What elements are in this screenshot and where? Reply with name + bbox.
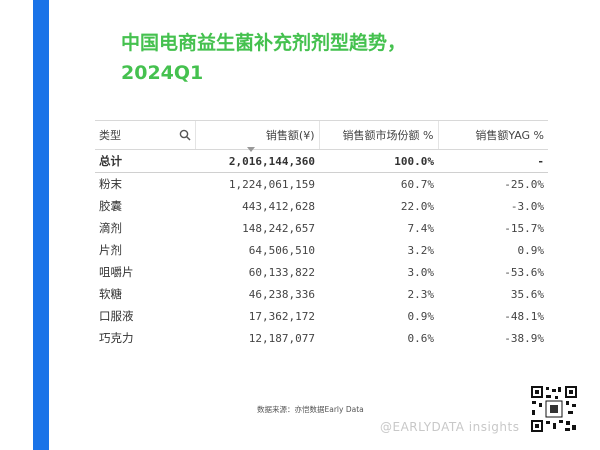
- cell-sales: 148,242,657: [242, 221, 315, 235]
- sales-table: 类型 销售额(¥) 销售额市场份额 % 销售额YAG % 总计 2,016,14…: [95, 120, 548, 349]
- cell-sales: 46,238,336: [248, 287, 315, 301]
- qr-code-icon: [530, 385, 578, 433]
- cell-share: 2.3%: [407, 287, 435, 301]
- table-row: 滴剂 148,242,657 7.4% -15.7%: [95, 217, 548, 239]
- data-table-container: 类型 销售额(¥) 销售额市场份额 % 销售额YAG % 总计 2,016,14…: [95, 120, 548, 349]
- cell-type: 粉末: [99, 177, 122, 191]
- header-type[interactable]: 类型: [95, 120, 195, 150]
- table-row: 咀嚼片 60,133,822 3.0% -53.6%: [95, 261, 548, 283]
- total-share: 100.0%: [319, 149, 438, 173]
- table-row: 软糖 46,238,336 2.3% 35.6%: [95, 283, 548, 305]
- table-row: 巧克力 12,187,077 0.6% -38.9%: [95, 327, 548, 349]
- cell-type: 软糖: [99, 287, 122, 301]
- header-yag[interactable]: 销售额YAG %: [437, 120, 548, 150]
- cell-type: 滴剂: [99, 221, 122, 235]
- total-yag: -: [438, 149, 548, 173]
- header-type-label: 类型: [99, 128, 121, 142]
- accent-bar: [33, 0, 49, 450]
- cell-share: 0.9%: [407, 309, 435, 323]
- watermark: @EARLYDATA insights: [380, 420, 520, 434]
- table-row: 片剂 64,506,510 3.2% 0.9%: [95, 239, 548, 261]
- table-row: 口服液 17,362,172 0.9% -48.1%: [95, 305, 548, 327]
- table-header-row: 类型 销售额(¥) 销售额市场份额 % 销售额YAG %: [95, 120, 548, 150]
- cell-sales: 443,412,628: [242, 199, 315, 213]
- cell-type: 片剂: [99, 243, 122, 257]
- cell-type: 口服液: [99, 309, 134, 323]
- cell-share: 3.2%: [407, 243, 435, 257]
- cell-share: 0.6%: [407, 331, 435, 345]
- cell-type: 巧克力: [99, 331, 134, 345]
- search-icon[interactable]: [179, 129, 191, 144]
- cell-type: 咀嚼片: [99, 265, 134, 279]
- header-sales[interactable]: 销售额(¥): [194, 120, 319, 150]
- cell-share: 7.4%: [407, 221, 435, 235]
- page-title: 中国电商益生菌补充剂剂型趋势，2024Q1: [121, 32, 407, 84]
- cell-sales: 12,187,077: [248, 331, 315, 345]
- sort-descending-icon[interactable]: [247, 147, 255, 152]
- cell-yag: -38.9%: [504, 331, 544, 345]
- total-sales: 2,016,144,360: [195, 149, 319, 173]
- header-share[interactable]: 销售额市场份额 %: [318, 120, 438, 150]
- cell-yag: -53.6%: [504, 265, 544, 279]
- cell-sales: 1,224,061,159: [228, 177, 315, 191]
- data-source-note: 数据来源：亦恺数据Early Data: [257, 405, 364, 414]
- total-row: 总计 2,016,144,360 100.0% -: [95, 149, 548, 173]
- total-type: 总计: [95, 149, 195, 173]
- cell-yag: 0.9%: [517, 243, 545, 257]
- cell-yag: -3.0%: [510, 199, 544, 213]
- cell-sales: 60,133,822: [248, 265, 315, 279]
- table-row: 粉末 1,224,061,159 60.7% -25.0%: [95, 173, 548, 196]
- cell-type: 胶囊: [99, 199, 122, 213]
- cell-sales: 64,506,510: [248, 243, 315, 257]
- cell-yag: -25.0%: [504, 177, 544, 191]
- cell-share: 3.0%: [407, 265, 435, 279]
- cell-sales: 17,362,172: [248, 309, 315, 323]
- cell-yag: -48.1%: [504, 309, 544, 323]
- cell-share: 22.0%: [400, 199, 434, 213]
- table-row: 胶囊 443,412,628 22.0% -3.0%: [95, 195, 548, 217]
- cell-share: 60.7%: [400, 177, 434, 191]
- cell-yag: 35.6%: [510, 287, 544, 301]
- cell-yag: -15.7%: [504, 221, 544, 235]
